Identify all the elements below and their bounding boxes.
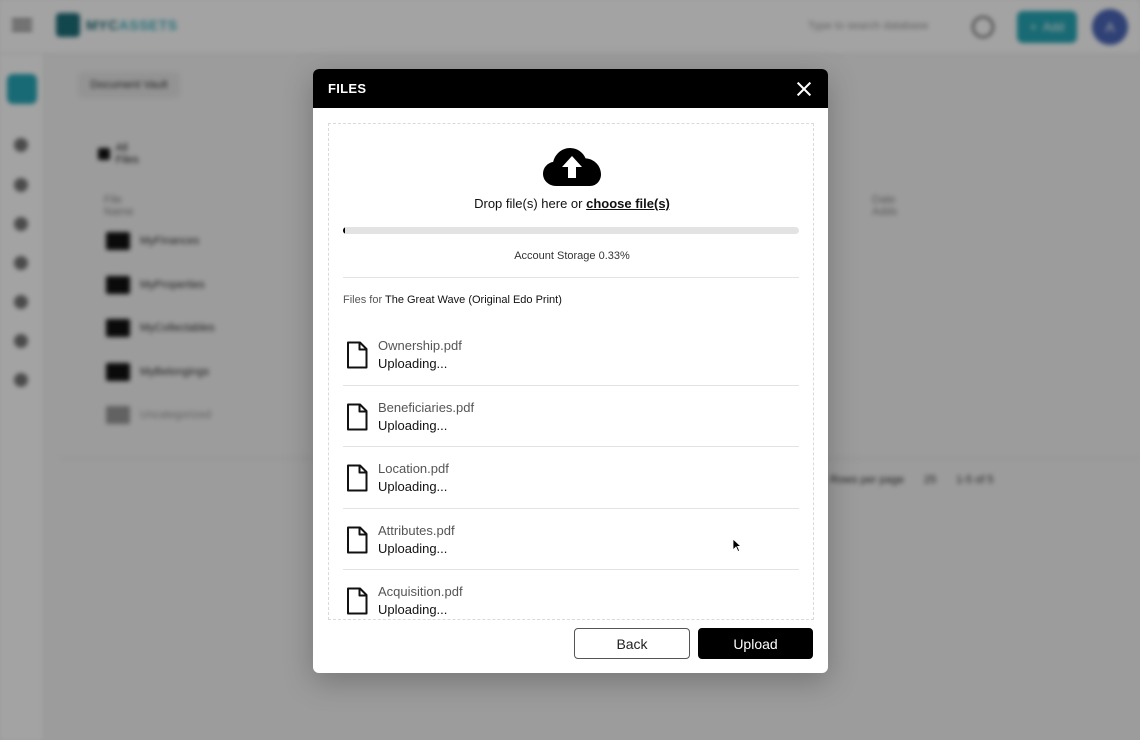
document-icon: [347, 526, 368, 553]
back-button[interactable]: Back: [574, 628, 690, 659]
file-name: Attributes.pdf: [378, 522, 455, 538]
file-row: Attributes.pdf Uploading...: [343, 509, 799, 570]
storage-progress-bar: [343, 227, 799, 234]
file-status: Uploading...: [378, 540, 448, 556]
file-status: Uploading...: [378, 417, 448, 433]
files-dialog: FILES Drop file(s) here or choose file(s…: [313, 69, 828, 673]
storage-label: Account Storage 0.33%: [514, 250, 630, 262]
dialog-header: FILES: [313, 69, 828, 108]
document-icon: [347, 587, 368, 615]
file-status: Uploading...: [378, 602, 448, 617]
choose-files-link[interactable]: choose file(s): [586, 196, 670, 211]
storage-progress-fill: [343, 227, 345, 234]
asset-name: The Great Wave (Original Edo Print): [384, 294, 562, 306]
file-status: Uploading...: [378, 356, 448, 371]
dialog-title: FILES: [328, 81, 367, 96]
document-icon: [347, 341, 368, 369]
divider: [343, 277, 799, 278]
file-row: Acquisition.pdf Uploading...: [343, 570, 799, 619]
file-name: Location.pdf: [378, 461, 449, 476]
close-icon[interactable]: [795, 80, 813, 98]
file-name: Acquisition.pdf: [378, 584, 463, 599]
file-status: Uploading...: [378, 479, 448, 494]
cloud-upload-icon: [543, 148, 601, 186]
file-list: Ownership.pdf Uploading... Beneficiaries…: [343, 324, 799, 619]
files-for-label: Files for The Great Wave (Original Edo P…: [343, 294, 562, 306]
document-icon: [347, 403, 368, 430]
file-name: Ownership.pdf: [378, 338, 462, 353]
upload-button[interactable]: Upload: [698, 628, 813, 659]
files-for-prefix: Files for: [343, 294, 385, 306]
drop-text: Drop file(s) here or: [474, 196, 587, 211]
file-row: Ownership.pdf Uploading...: [343, 324, 799, 386]
drop-instructions: Drop file(s) here or choose file(s): [329, 196, 813, 211]
file-row: Location.pdf Uploading...: [343, 447, 799, 509]
file-row: Beneficiaries.pdf Uploading...: [343, 386, 799, 447]
file-name: Beneficiaries.pdf: [378, 399, 475, 415]
document-icon: [347, 464, 368, 492]
mouse-pointer-icon: [732, 538, 742, 552]
